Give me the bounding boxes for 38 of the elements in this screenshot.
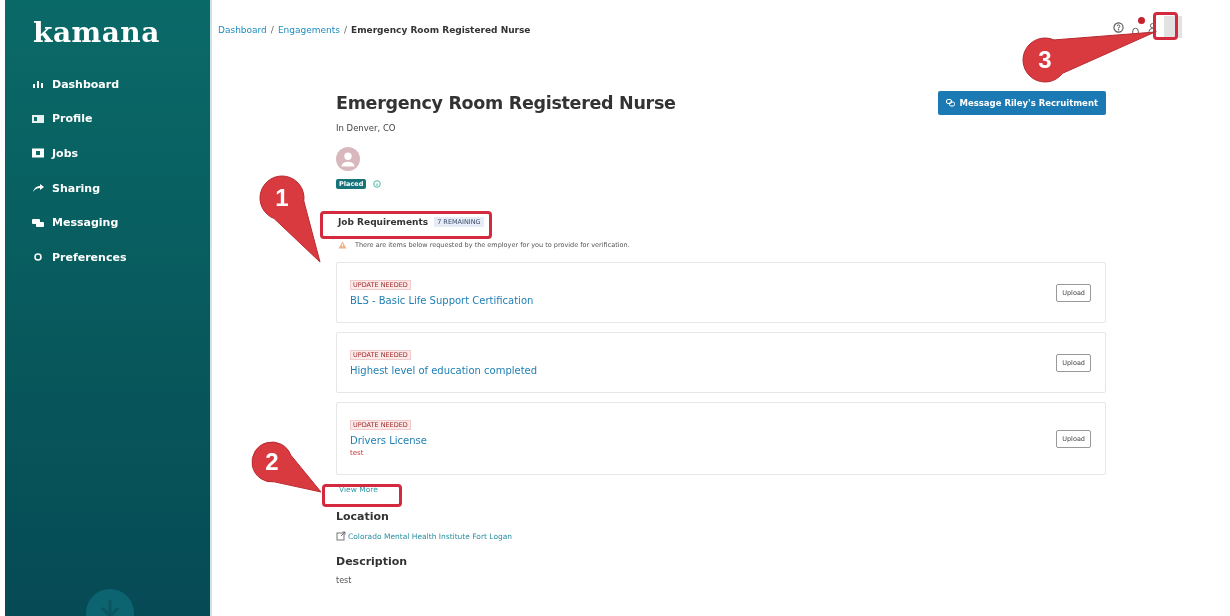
section-title: Description [336, 555, 409, 568]
section-title: Location [336, 510, 390, 523]
nav-item[interactable]: Jobs [5, 136, 210, 171]
nav-item[interactable]: Dashboard [5, 67, 210, 102]
help-icon[interactable] [1113, 21, 1124, 33]
avatar-icon [336, 147, 360, 171]
nav-icon [32, 113, 44, 124]
callout-number: 2 [265, 448, 279, 476]
nav-item[interactable]: Messaging [5, 205, 210, 240]
job-location: In Denver, CO [336, 123, 397, 133]
job-title: Emergency Room Registered Nurse [336, 92, 676, 115]
user-icon[interactable] [1147, 21, 1158, 33]
breadcrumb-separator: / [344, 25, 348, 35]
requirement-link[interactable]: BLS - Basic Life Support Certification [350, 294, 534, 306]
requirement-link[interactable]: Drivers License [350, 435, 427, 446]
breadcrumb-current: Emergency Room Registered Nurse [351, 25, 531, 35]
external-link-icon [336, 531, 346, 541]
callout-number: 1 [275, 184, 289, 212]
warning-icon [338, 241, 347, 249]
highlight-frame [1153, 12, 1178, 40]
nav-icon [32, 217, 44, 228]
chat-icon [945, 99, 955, 107]
breadcrumb-link[interactable]: Dashboard [218, 25, 267, 35]
nav-icon [32, 148, 44, 159]
logo: kamana [32, 16, 161, 49]
requirement-link[interactable]: Highest level of education completed [350, 364, 538, 376]
section-title: Job Requirements [338, 217, 429, 227]
description-text: test [336, 576, 353, 585]
nav-item[interactable]: Profile [5, 101, 210, 137]
callout-pointer [251, 441, 322, 493]
breadcrumb-separator: / [270, 25, 274, 35]
nav-item[interactable]: Sharing [5, 170, 210, 206]
callout-number: 3 [1038, 46, 1052, 74]
breadcrumb-link[interactable]: Engagements [277, 25, 340, 35]
nav-icon [32, 252, 44, 263]
nav-item[interactable]: Preferences [5, 239, 210, 275]
message-button[interactable]: Message Riley's Recruitment [937, 91, 1106, 115]
nav-icon [32, 79, 44, 90]
